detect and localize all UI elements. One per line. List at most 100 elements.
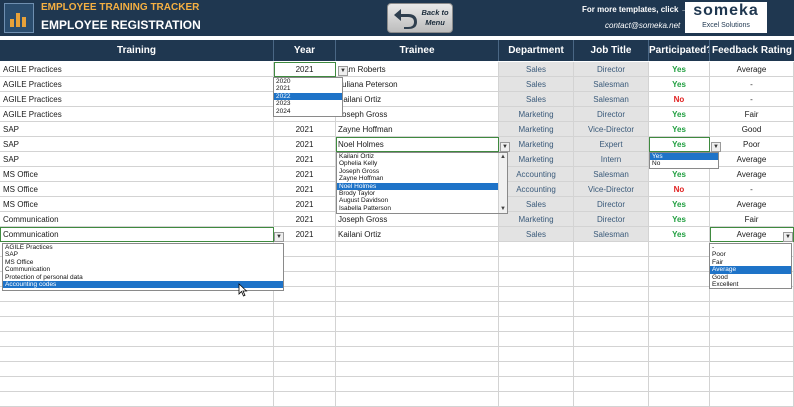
trainee-dropdown-button[interactable]: ▼ <box>500 142 510 152</box>
job-title-cell[interactable]: Vice-Director <box>574 182 649 197</box>
trainee-cell[interactable] <box>336 317 499 332</box>
participated-dropdown-button[interactable]: ▼ <box>711 142 721 152</box>
trainee-cell[interactable]: Kailani Ortiz <box>336 92 499 107</box>
trainee-dropdown-scrollbar[interactable]: ▲ ▼ <box>498 153 507 213</box>
job-title-cell[interactable] <box>574 242 649 257</box>
training-cell[interactable]: AGILE Practices <box>0 77 274 92</box>
training-cell[interactable]: SAP <box>0 152 274 167</box>
department-cell[interactable]: Marketing <box>499 137 574 152</box>
participated-cell[interactable]: Yes <box>649 62 710 77</box>
trainee-cell[interactable] <box>336 332 499 347</box>
department-cell[interactable] <box>499 287 574 302</box>
training-cell[interactable] <box>0 362 274 377</box>
feedback-option[interactable]: Good <box>710 274 791 281</box>
job-title-cell[interactable]: Salesman <box>574 92 649 107</box>
feedback-option[interactable]: Excellent <box>710 281 791 288</box>
year-cell[interactable]: 2021 <box>274 167 336 182</box>
year-cell[interactable]: 2021 <box>274 182 336 197</box>
participated-cell[interactable] <box>649 272 710 287</box>
year-option[interactable]: 2020 <box>274 78 342 85</box>
year-option[interactable]: 2022 <box>274 93 342 100</box>
trainee-cell[interactable] <box>336 392 499 407</box>
job-title-cell[interactable]: Salesman <box>574 77 649 92</box>
job-title-cell[interactable] <box>574 362 649 377</box>
year-dropdown-button[interactable]: ▼ <box>338 66 348 76</box>
year-cell[interactable]: 2021 <box>274 137 336 152</box>
participated-cell[interactable]: Yes <box>649 137 710 152</box>
participated-cell[interactable] <box>649 347 710 362</box>
job-title-cell[interactable] <box>574 317 649 332</box>
trainee-option[interactable]: Zayne Hoffman <box>337 175 507 182</box>
feedback-cell[interactable]: Fair <box>710 107 794 122</box>
trainee-option[interactable]: Kailani Ortiz <box>337 153 507 160</box>
trainee-option[interactable]: Isabella Patterson <box>337 205 507 212</box>
department-cell[interactable] <box>499 242 574 257</box>
training-option[interactable]: MS Office <box>3 259 283 266</box>
department-cell[interactable] <box>499 362 574 377</box>
trainee-cell[interactable]: Joseph Gross <box>336 107 499 122</box>
trainee-cell[interactable] <box>336 272 499 287</box>
training-cell[interactable] <box>0 392 274 407</box>
year-cell[interactable] <box>274 332 336 347</box>
participated-dropdown-list[interactable]: YesNo <box>649 152 719 169</box>
feedback-cell[interactable]: - <box>710 182 794 197</box>
trainee-option[interactable]: Brody Taylor <box>337 190 507 197</box>
job-title-cell[interactable] <box>574 257 649 272</box>
feedback-cell[interactable] <box>710 392 794 407</box>
training-option[interactable]: Communication <box>3 266 283 273</box>
trainee-cell[interactable]: Liam Roberts <box>336 62 499 77</box>
training-cell[interactable] <box>0 347 274 362</box>
trainee-cell[interactable] <box>336 377 499 392</box>
year-cell[interactable] <box>274 377 336 392</box>
training-cell[interactable] <box>0 377 274 392</box>
year-cell[interactable]: 2021 <box>274 197 336 212</box>
feedback-cell[interactable]: Poor <box>710 137 794 152</box>
feedback-cell[interactable] <box>710 362 794 377</box>
participated-cell[interactable] <box>649 317 710 332</box>
training-option[interactable]: AGILE Practices <box>3 244 283 251</box>
feedback-cell[interactable]: Average <box>710 62 794 77</box>
feedback-option[interactable]: - <box>710 244 791 251</box>
participated-cell[interactable]: Yes <box>649 212 710 227</box>
participated-cell[interactable]: Yes <box>649 227 710 242</box>
training-cell[interactable] <box>0 317 274 332</box>
department-cell[interactable]: Marketing <box>499 152 574 167</box>
participated-cell[interactable]: Yes <box>649 122 710 137</box>
training-cell[interactable]: MS Office <box>0 197 274 212</box>
job-title-cell[interactable]: Director <box>574 62 649 77</box>
scroll-up-icon[interactable]: ▲ <box>499 153 507 161</box>
participated-cell[interactable]: Yes <box>649 77 710 92</box>
participated-cell[interactable]: Yes <box>649 167 710 182</box>
trainee-cell[interactable]: Zayne Hoffman <box>336 122 499 137</box>
training-cell[interactable]: Communication <box>0 227 274 242</box>
feedback-cell[interactable]: Average <box>710 167 794 182</box>
training-dropdown-button[interactable]: ▼ <box>274 232 284 242</box>
training-option[interactable]: Protection of personal data <box>3 274 283 281</box>
participated-cell[interactable]: No <box>649 182 710 197</box>
department-cell[interactable]: Marketing <box>499 107 574 122</box>
job-title-cell[interactable]: Expert <box>574 137 649 152</box>
feedback-cell[interactable]: - <box>710 77 794 92</box>
year-cell[interactable] <box>274 317 336 332</box>
department-cell[interactable]: Sales <box>499 62 574 77</box>
year-cell[interactable]: 2021 <box>274 62 336 77</box>
contact-email[interactable]: contact@someka.net <box>605 21 680 30</box>
department-cell[interactable] <box>499 302 574 317</box>
job-title-cell[interactable] <box>574 347 649 362</box>
participated-cell[interactable] <box>649 392 710 407</box>
feedback-cell[interactable]: - <box>710 92 794 107</box>
feedback-cell[interactable] <box>710 332 794 347</box>
training-cell[interactable] <box>0 332 274 347</box>
trainee-dropdown-list[interactable]: Kailani OrtizOphelia KellyJoseph GrossZa… <box>336 152 508 214</box>
training-cell[interactable]: SAP <box>0 137 274 152</box>
department-cell[interactable]: Sales <box>499 92 574 107</box>
year-dropdown-list[interactable]: 20202021202220232024 <box>273 77 343 117</box>
training-cell[interactable]: AGILE Practices <box>0 62 274 77</box>
feedback-cell[interactable] <box>710 287 794 302</box>
participated-option[interactable]: No <box>650 160 718 167</box>
participated-cell[interactable] <box>649 242 710 257</box>
trainee-cell[interactable]: Joseph Gross <box>336 212 499 227</box>
job-title-cell[interactable]: Vice-Director <box>574 122 649 137</box>
department-cell[interactable]: Sales <box>499 77 574 92</box>
job-title-cell[interactable]: Director <box>574 107 649 122</box>
